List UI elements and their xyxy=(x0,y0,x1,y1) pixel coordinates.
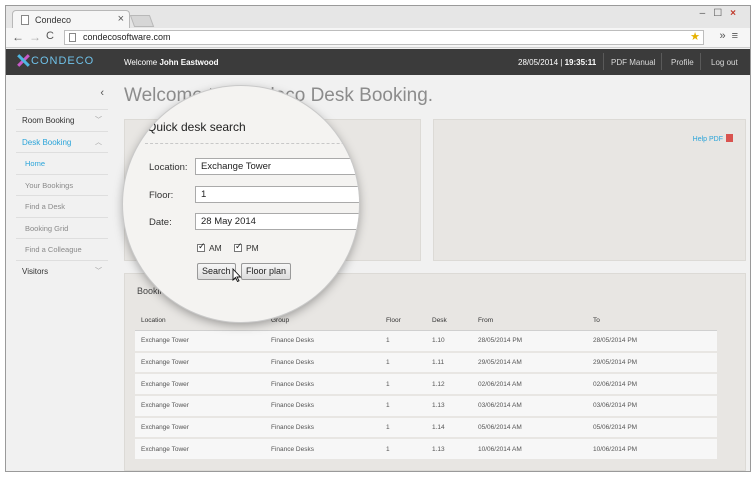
table-row[interactable]: Exchange Tower Finance Desks 1 1.12 02/06/20… xyxy=(135,373,717,397)
current-datetime: 28/05/2014 | 19:35:11 xyxy=(518,58,597,67)
header-divider xyxy=(603,53,604,70)
column-header[interactable]: Desk xyxy=(426,312,472,331)
forward-arrow-icon[interactable]: → xyxy=(29,30,41,44)
reload-icon[interactable]: C xyxy=(46,30,54,42)
logout-link[interactable]: Log out xyxy=(711,58,738,67)
page-icon xyxy=(69,33,76,42)
checkbox-checked-icon xyxy=(197,241,206,252)
column-header[interactable]: From xyxy=(472,312,587,331)
sidebar-menu: Room Booking ﹀ Desk Booking ︿ Home Your Bo… xyxy=(16,109,108,281)
location-select[interactable]: Exchange Tower xyxy=(195,158,359,175)
window-controls: –☐× xyxy=(700,8,744,19)
address-bar[interactable]: condecosoftware.com ★ xyxy=(64,30,704,45)
table-row[interactable]: Exchange Tower Finance Desks 1 1.10 28/05/20… xyxy=(135,330,717,353)
mouse-pointer-icon xyxy=(232,268,242,282)
condeco-logo[interactable]: CONDECO xyxy=(16,54,94,67)
sidebar-item-visitors[interactable]: Visitors ﹀ xyxy=(16,259,108,282)
table-row[interactable]: Exchange Tower Finance Desks 1 1.14 05/06/20… xyxy=(135,416,717,440)
divider xyxy=(145,143,359,144)
floor-select[interactable]: 1 xyxy=(195,186,359,203)
pdf-manual-link[interactable]: PDF Manual xyxy=(611,58,655,67)
checkbox-checked-icon xyxy=(234,241,243,252)
logo-x-icon xyxy=(16,54,29,67)
sidebar-item-find-a-colleague[interactable]: Find a Colleague xyxy=(16,238,108,260)
pdf-icon xyxy=(726,134,733,142)
sidebar: ‹ Room Booking ﹀ Desk Booking ︿ Home Your … xyxy=(16,83,108,303)
new-tab-button[interactable] xyxy=(129,15,155,27)
chevron-up-icon: ︿ xyxy=(95,138,102,146)
bookmark-star-icon[interactable]: ★ xyxy=(690,30,700,43)
browser-toolbar: ← → C condecosoftware.com ★ »≡ xyxy=(6,28,750,48)
location-label: Location: xyxy=(149,162,188,173)
maximize-icon[interactable]: ☐ xyxy=(713,8,730,19)
floor-label: Floor: xyxy=(149,190,174,201)
minimize-icon[interactable]: – xyxy=(700,8,714,19)
browser-tab[interactable]: Condeco × xyxy=(12,10,130,28)
chevron-down-icon: ﹀ xyxy=(95,117,102,124)
menu-icon[interactable]: ≡ xyxy=(732,30,744,42)
bookings-table: Location Group Floor Desk From To Exchan… xyxy=(135,312,717,462)
app-header: CONDECO Welcome John Eastwood 28/05/2014… xyxy=(6,49,750,75)
magnifier-lens: Quick desk search Location: Exchange Tow… xyxy=(123,86,359,322)
sidebar-item-your-bookings[interactable]: Your Bookings xyxy=(16,173,108,196)
page-content: ‹ Room Booking ﹀ Desk Booking ︿ Home Your … xyxy=(6,75,750,471)
tab-strip: Condeco × –☐× xyxy=(6,6,750,28)
pm-checkbox[interactable]: PM xyxy=(234,241,259,253)
header-divider xyxy=(700,53,701,70)
sidebar-item-room-booking[interactable]: Room Booking ﹀ xyxy=(16,109,108,131)
chevron-down-icon: ﹀ xyxy=(95,267,102,275)
welcome-message: Welcome John Eastwood xyxy=(124,58,219,67)
profile-link[interactable]: Profile xyxy=(671,58,694,67)
floor-plan-button[interactable]: Floor plan xyxy=(241,263,292,280)
column-header[interactable]: To xyxy=(587,312,717,331)
back-arrow-icon[interactable]: ← xyxy=(12,30,24,44)
sidebar-item-desk-booking[interactable]: Desk Booking ︿ xyxy=(16,130,108,153)
header-divider xyxy=(661,53,662,70)
sidebar-item-booking-grid[interactable]: Booking Grid xyxy=(16,216,108,239)
date-label: Date: xyxy=(149,217,172,228)
user-name: John Eastwood xyxy=(159,58,219,67)
quick-search-title: Quick desk search xyxy=(147,120,246,134)
window-close-icon[interactable]: × xyxy=(730,8,744,19)
sidebar-item-home[interactable]: Home xyxy=(16,152,108,174)
sidebar-item-find-a-desk[interactable]: Find a Desk xyxy=(16,195,108,217)
table-row[interactable]: Exchange Tower Finance Desks 1 1.13 10/06/20… xyxy=(135,438,717,462)
date-field[interactable]: 28 May 2014 xyxy=(195,213,359,230)
browser-window: Condeco × –☐× ← → C condecosoftware.com … xyxy=(5,5,751,472)
toolbar-extras: »≡ xyxy=(719,30,744,42)
tab-close-icon[interactable]: × xyxy=(118,13,124,25)
url-text: condecosoftware.com xyxy=(83,32,171,42)
page-icon xyxy=(21,15,29,25)
help-panel: Help PDF xyxy=(433,119,746,261)
tab-title: Condeco xyxy=(35,15,72,25)
column-header[interactable]: Floor xyxy=(380,312,426,331)
column-header[interactable]: Group xyxy=(265,312,380,331)
overflow-icon[interactable]: » xyxy=(719,30,731,42)
table-row[interactable]: Exchange Tower Finance Desks 1 1.11 29/05/20… xyxy=(135,351,717,375)
table-row[interactable]: Exchange Tower Finance Desks 1 1.13 03/06/20… xyxy=(135,395,717,418)
collapse-sidebar-icon[interactable]: ‹ xyxy=(100,87,104,99)
search-button[interactable]: Search xyxy=(197,263,236,280)
am-checkbox[interactable]: AM xyxy=(197,241,222,253)
help-pdf-link[interactable]: Help PDF xyxy=(693,134,733,143)
